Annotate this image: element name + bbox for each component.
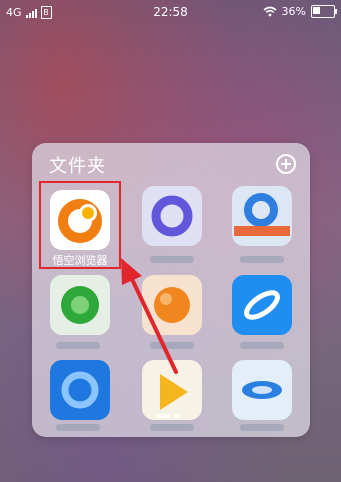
app-label-6 bbox=[240, 342, 284, 349]
app-label-9 bbox=[240, 424, 284, 431]
page-dot bbox=[174, 414, 180, 418]
app-label-3 bbox=[240, 256, 284, 263]
app-label-5 bbox=[150, 342, 194, 349]
battery-icon bbox=[311, 5, 337, 18]
status-bar: 4G B 22:58 36% bbox=[0, 0, 341, 26]
page-dot-active bbox=[156, 414, 170, 418]
app-icon-8[interactable] bbox=[142, 360, 202, 420]
app-icon-4[interactable] bbox=[50, 275, 110, 335]
app-icon-3[interactable] bbox=[232, 186, 292, 246]
add-app-button[interactable] bbox=[276, 154, 296, 174]
blurred-app-icon bbox=[61, 286, 99, 324]
app-icon-9[interactable] bbox=[232, 360, 292, 420]
blurred-app-icon bbox=[154, 287, 190, 323]
blurred-app-icon bbox=[244, 290, 280, 320]
app-label-8 bbox=[150, 424, 194, 431]
blurred-app-icon bbox=[234, 193, 290, 236]
status-right: 36% bbox=[263, 5, 337, 18]
blurred-app-icon bbox=[151, 195, 193, 237]
wifi-icon bbox=[263, 6, 277, 17]
blurred-app-icon bbox=[61, 371, 99, 409]
app-icon-5[interactable] bbox=[142, 275, 202, 335]
highlight-box bbox=[39, 181, 121, 269]
app-label-2 bbox=[150, 256, 194, 263]
app-icon-7[interactable] bbox=[50, 360, 110, 420]
battery-percent: 36% bbox=[281, 5, 306, 18]
app-label-7 bbox=[56, 424, 100, 431]
app-icon-6[interactable] bbox=[232, 275, 292, 335]
app-label-4 bbox=[56, 342, 100, 349]
folder-title: 文件夹 bbox=[49, 156, 106, 177]
app-icon-2[interactable] bbox=[142, 186, 202, 246]
blurred-app-icon bbox=[242, 381, 282, 399]
page-indicator bbox=[156, 414, 180, 418]
blurred-app-icon bbox=[160, 374, 188, 410]
